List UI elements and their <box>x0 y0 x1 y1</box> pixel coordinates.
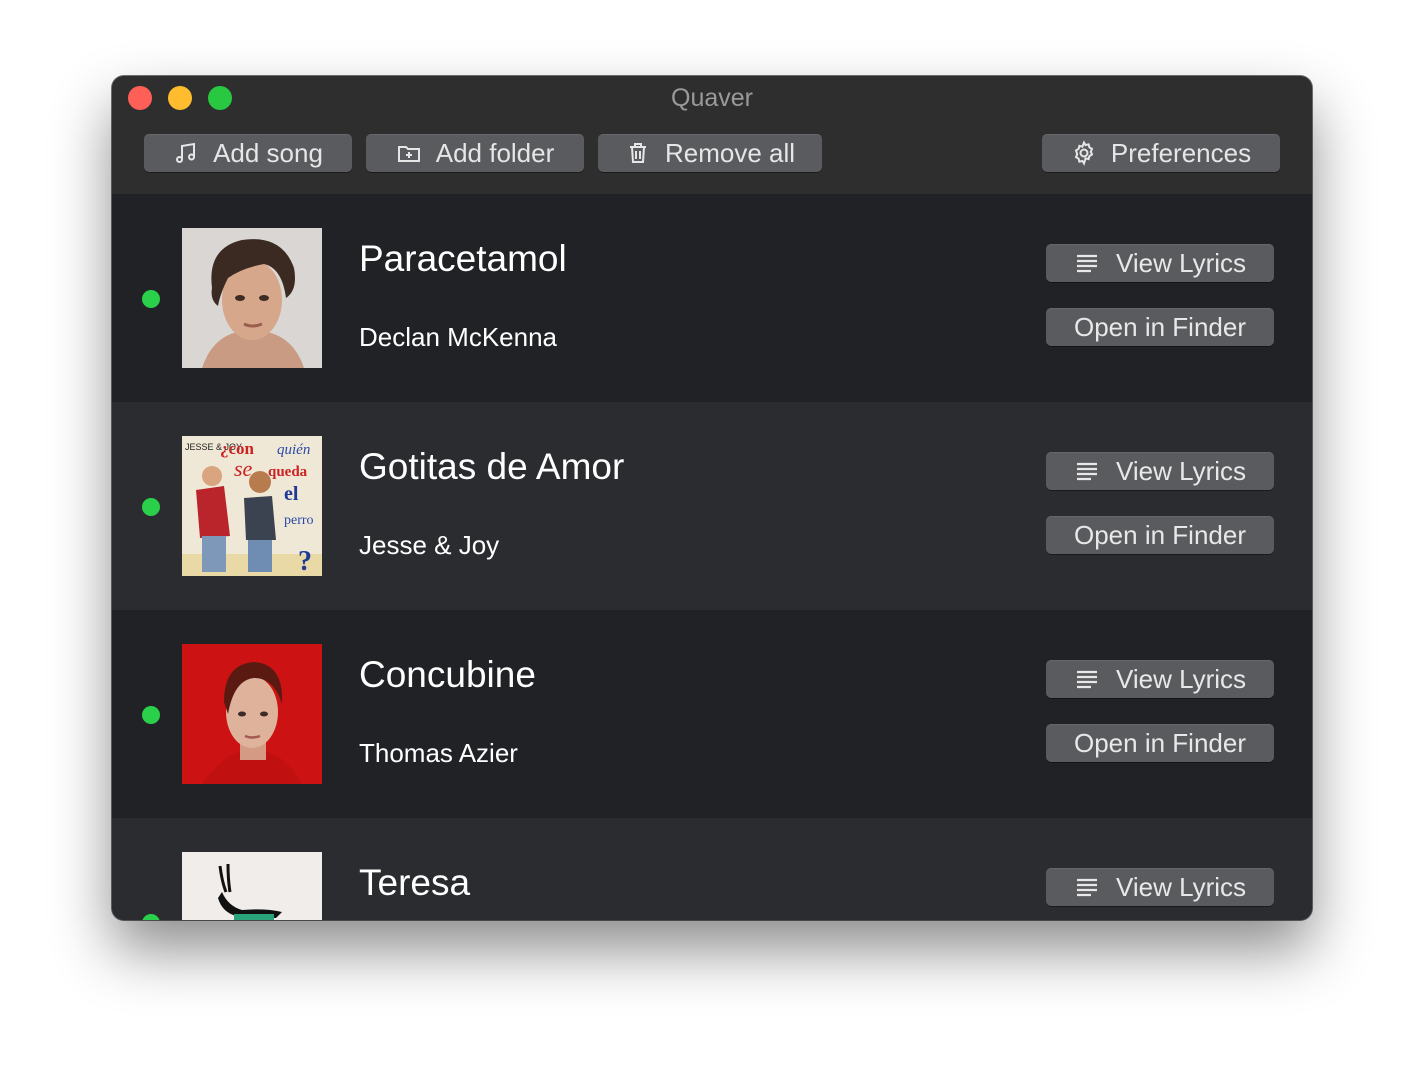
add-song-button[interactable]: Add song <box>144 134 352 172</box>
folder-add-icon <box>397 146 420 162</box>
song-title: Paracetamol <box>359 238 567 279</box>
song-row: Paracetamol Declan McKenna View Lyrics O… <box>112 194 1312 402</box>
playing-indicator <box>142 706 160 724</box>
album-art <box>182 852 322 920</box>
playing-indicator <box>142 498 160 516</box>
lines-icon <box>1076 878 1097 897</box>
preferences-label: Preferences <box>1110 137 1252 168</box>
album-art-text: ? <box>298 546 312 576</box>
remove-all-button[interactable]: Remove all <box>598 134 822 172</box>
song-artist: Jesse & Joy <box>359 530 500 560</box>
song-row: Concubine Thomas Azier View Lyrics Open … <box>112 610 1312 818</box>
song-row: JESSE & JOY ¿con quién se queda el perro… <box>112 402 1312 610</box>
album-art-text: perro <box>284 513 314 528</box>
playing-indicator <box>142 290 160 308</box>
add-folder-button[interactable]: Add folder <box>366 134 584 172</box>
gear-icon <box>1074 140 1094 166</box>
playing-indicator <box>142 914 160 920</box>
music-note-icon <box>176 142 196 163</box>
open-in-finder-button[interactable]: Open in Finder <box>1046 724 1274 762</box>
lines-icon <box>1076 254 1097 273</box>
window-title: Quaver <box>671 84 753 112</box>
app-window: Quaver Add song Add folder Remove all Pr… <box>112 76 1312 920</box>
view-lyrics-label: View Lyrics <box>1115 871 1247 902</box>
song-title: Gotitas de Amor <box>359 446 625 487</box>
remove-all-label: Remove all <box>664 137 796 168</box>
song-row: Teresa View Lyrics <box>112 818 1312 920</box>
album-art <box>182 228 322 368</box>
lines-icon <box>1076 670 1097 689</box>
lines-icon <box>1076 462 1097 481</box>
add-folder-label: Add folder <box>435 137 555 168</box>
open-in-finder-button[interactable]: Open in Finder <box>1046 516 1274 554</box>
view-lyrics-button[interactable]: View Lyrics <box>1046 868 1274 906</box>
album-art: JESSE & JOY ¿con quién se queda el perro… <box>182 436 322 576</box>
album-art-text: queda <box>268 464 308 480</box>
trash-icon <box>629 143 646 163</box>
song-title: Concubine <box>359 654 536 695</box>
view-lyrics-button[interactable]: View Lyrics <box>1046 244 1274 282</box>
view-lyrics-button[interactable]: View Lyrics <box>1046 452 1274 490</box>
album-art-text: se <box>234 456 253 481</box>
view-lyrics-label: View Lyrics <box>1115 247 1247 278</box>
album-art-text: el <box>284 483 299 505</box>
preferences-button[interactable]: Preferences <box>1042 134 1280 172</box>
open-in-finder-button[interactable]: Open in Finder <box>1046 308 1274 346</box>
add-song-label: Add song <box>213 137 323 168</box>
song-artist: Declan McKenna <box>359 322 557 352</box>
album-art <box>182 644 322 784</box>
title-bar: Quaver Add song Add folder Remove all Pr… <box>112 76 1312 195</box>
view-lyrics-label: View Lyrics <box>1115 663 1247 694</box>
song-artist: Thomas Azier <box>359 738 518 768</box>
song-title: Teresa <box>359 862 471 903</box>
song-list: Paracetamol Declan McKenna View Lyrics O… <box>112 194 1312 920</box>
view-lyrics-button[interactable]: View Lyrics <box>1046 660 1274 698</box>
album-art-text: quién <box>277 442 310 458</box>
view-lyrics-label: View Lyrics <box>1115 455 1247 486</box>
